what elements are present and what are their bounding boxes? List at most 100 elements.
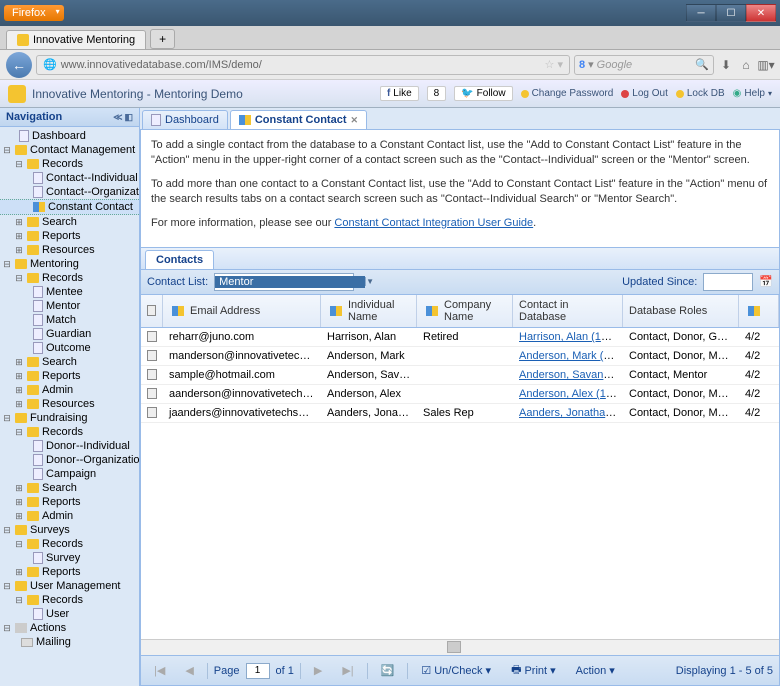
nav-fr-search[interactable]: ⊞Search	[0, 481, 139, 495]
nav-cm-records[interactable]: ⊟Records	[0, 157, 139, 171]
nav-back-button[interactable]: ←	[6, 52, 32, 78]
nav-surveys-reports[interactable]: ⊞Reports	[0, 565, 139, 579]
page-last-button[interactable]: ▶|	[335, 662, 360, 679]
refresh-button[interactable]: 🔄	[374, 662, 402, 679]
grid-header-email[interactable]: Email Address	[163, 295, 321, 327]
nav-um-records[interactable]: ⊟Records	[0, 593, 139, 607]
horizontal-scrollbar[interactable]	[141, 639, 779, 655]
nav-mentoring-resources[interactable]: ⊞Resources	[0, 397, 139, 411]
nav-mentoring-admin[interactable]: ⊞Admin	[0, 383, 139, 397]
user-guide-link[interactable]: Constant Contact Integration User Guide	[334, 217, 533, 229]
grid-header-updated[interactable]	[739, 295, 779, 327]
nav-donor-organization[interactable]: Donor--Organization	[0, 453, 139, 467]
nav-surveys-records[interactable]: ⊟Records	[0, 537, 139, 551]
twitter-follow-button[interactable]: 🐦Follow	[454, 86, 512, 101]
nav-contact-organization[interactable]: Contact--Organization	[0, 185, 139, 199]
nav-mentoring-reports[interactable]: ⊞Reports	[0, 369, 139, 383]
contact-list-combo[interactable]: ▼	[214, 273, 354, 291]
bookmarks-icon[interactable]: ▥▾	[758, 57, 774, 73]
nav-constant-contact[interactable]: Constant Contact	[0, 199, 139, 215]
contact-link[interactable]: Harrison, Alan (10025)	[519, 331, 623, 343]
print-button[interactable]: 🖶 Print ▾	[504, 659, 563, 682]
nav-mentoring-records[interactable]: ⊟Records	[0, 271, 139, 285]
url-input[interactable]: 🌐 www.innovativedatabase.com/IMS/demo/ ☆…	[36, 55, 570, 75]
nav-fr-records[interactable]: ⊟Records	[0, 425, 139, 439]
new-tab-button[interactable]: +	[150, 29, 175, 49]
grid-header-name[interactable]: Individual Name	[321, 295, 417, 327]
nav-fundraising[interactable]: ⊟Fundraising	[0, 411, 139, 425]
nav-collapse-button[interactable]: ≪	[113, 112, 122, 123]
row-checkbox[interactable]	[141, 366, 163, 384]
nav-donor-individual[interactable]: Donor--Individual	[0, 439, 139, 453]
folder-icon	[27, 357, 39, 367]
nav-survey[interactable]: Survey	[0, 551, 139, 565]
row-checkbox[interactable]	[141, 328, 163, 346]
nav-mentor[interactable]: Mentor	[0, 299, 139, 313]
grid-header-roles[interactable]: Database Roles	[623, 295, 739, 327]
uncheck-button[interactable]: ☑ Un/Check ▾	[414, 662, 498, 679]
nav-cm-resources[interactable]: ⊞Resources	[0, 243, 139, 257]
tab-constant-contact[interactable]: Constant Contact✕	[230, 110, 367, 129]
nav-mentee[interactable]: Mentee	[0, 285, 139, 299]
contact-list-input[interactable]	[215, 276, 365, 288]
browser-search-input[interactable]: 8 ▾ Google 🔍	[574, 55, 714, 75]
change-password-link[interactable]: Change Password	[521, 88, 614, 99]
firefox-menu-button[interactable]: Firefox	[4, 5, 64, 21]
nav-outcome[interactable]: Outcome	[0, 341, 139, 355]
browser-tab-active[interactable]: Innovative Mentoring	[6, 30, 146, 49]
nav-mentoring-search[interactable]: ⊞Search	[0, 355, 139, 369]
nav-fr-admin[interactable]: ⊞Admin	[0, 509, 139, 523]
row-checkbox[interactable]	[141, 385, 163, 403]
page-next-button[interactable]: ▶	[307, 662, 329, 679]
window-close-button[interactable]: ✕	[746, 4, 776, 22]
nav-dashboard[interactable]: Dashboard	[0, 129, 139, 143]
table-row[interactable]: reharr@juno.comHarrison, AlanRetiredHarr…	[141, 328, 779, 347]
grid-header-indb[interactable]: Contact in Database	[513, 295, 623, 327]
download-icon[interactable]: ⬇	[718, 57, 734, 73]
nav-contact-individual[interactable]: Contact--Individual	[0, 171, 139, 185]
nav-tool-button[interactable]: ◧	[124, 112, 133, 123]
tab-contacts[interactable]: Contacts	[145, 250, 214, 269]
row-checkbox[interactable]	[141, 404, 163, 422]
nav-fr-reports[interactable]: ⊞Reports	[0, 495, 139, 509]
lock-db-link[interactable]: Lock DB	[676, 88, 725, 99]
nav-user-management[interactable]: ⊟User Management	[0, 579, 139, 593]
nav-actions[interactable]: ⊟Actions	[0, 621, 139, 635]
window-maximize-button[interactable]: ☐	[716, 4, 746, 22]
table-row[interactable]: manderson@innovativetechsolutions...Ande…	[141, 347, 779, 366]
contact-link[interactable]: Aanders, Jonathan (100...	[519, 407, 623, 419]
contact-link[interactable]: Anderson, Savannah (1...	[519, 369, 623, 381]
window-minimize-button[interactable]: ─	[686, 4, 716, 22]
action-menu-button[interactable]: Action ▾	[569, 662, 622, 679]
close-icon[interactable]: ✕	[351, 115, 359, 126]
table-row[interactable]: jaanders@innovativetechsolutions.netAand…	[141, 404, 779, 423]
home-icon[interactable]: ⌂	[738, 57, 754, 73]
calendar-icon[interactable]: 📅	[759, 275, 773, 288]
page-prev-button[interactable]: ◀	[178, 662, 200, 679]
nav-mentoring[interactable]: ⊟Mentoring	[0, 257, 139, 271]
help-link[interactable]: ◉Help▾	[733, 88, 772, 99]
nav-campaign[interactable]: Campaign	[0, 467, 139, 481]
nav-contact-management[interactable]: ⊟Contact Management	[0, 143, 139, 157]
logout-link[interactable]: Log Out	[621, 88, 668, 99]
nav-mailing[interactable]: Mailing	[0, 635, 139, 649]
table-row[interactable]: sample@hotmail.comAnderson, SavannahAnde…	[141, 366, 779, 385]
page-first-button[interactable]: |◀	[147, 662, 172, 679]
page-number-input[interactable]	[246, 663, 270, 679]
tab-dashboard[interactable]: Dashboard	[142, 110, 228, 129]
nav-surveys[interactable]: ⊟Surveys	[0, 523, 139, 537]
nav-guardian[interactable]: Guardian	[0, 327, 139, 341]
contact-link[interactable]: Anderson, Alex (10130)	[519, 388, 623, 400]
chevron-down-icon[interactable]: ▼	[365, 277, 374, 286]
grid-header-checkbox[interactable]	[141, 295, 163, 327]
table-row[interactable]: aanderson@innovativetechsolutions...Ande…	[141, 385, 779, 404]
nav-cm-search[interactable]: ⊞Search	[0, 215, 139, 229]
nav-match[interactable]: Match	[0, 313, 139, 327]
updated-since-input[interactable]	[703, 273, 753, 291]
row-checkbox[interactable]	[141, 347, 163, 365]
contact-link[interactable]: Anderson, Mark (10106)	[519, 350, 623, 362]
nav-cm-reports[interactable]: ⊞Reports	[0, 229, 139, 243]
facebook-like-button[interactable]: fLike	[380, 86, 419, 101]
grid-header-company[interactable]: Company Name	[417, 295, 513, 327]
nav-user[interactable]: User	[0, 607, 139, 621]
